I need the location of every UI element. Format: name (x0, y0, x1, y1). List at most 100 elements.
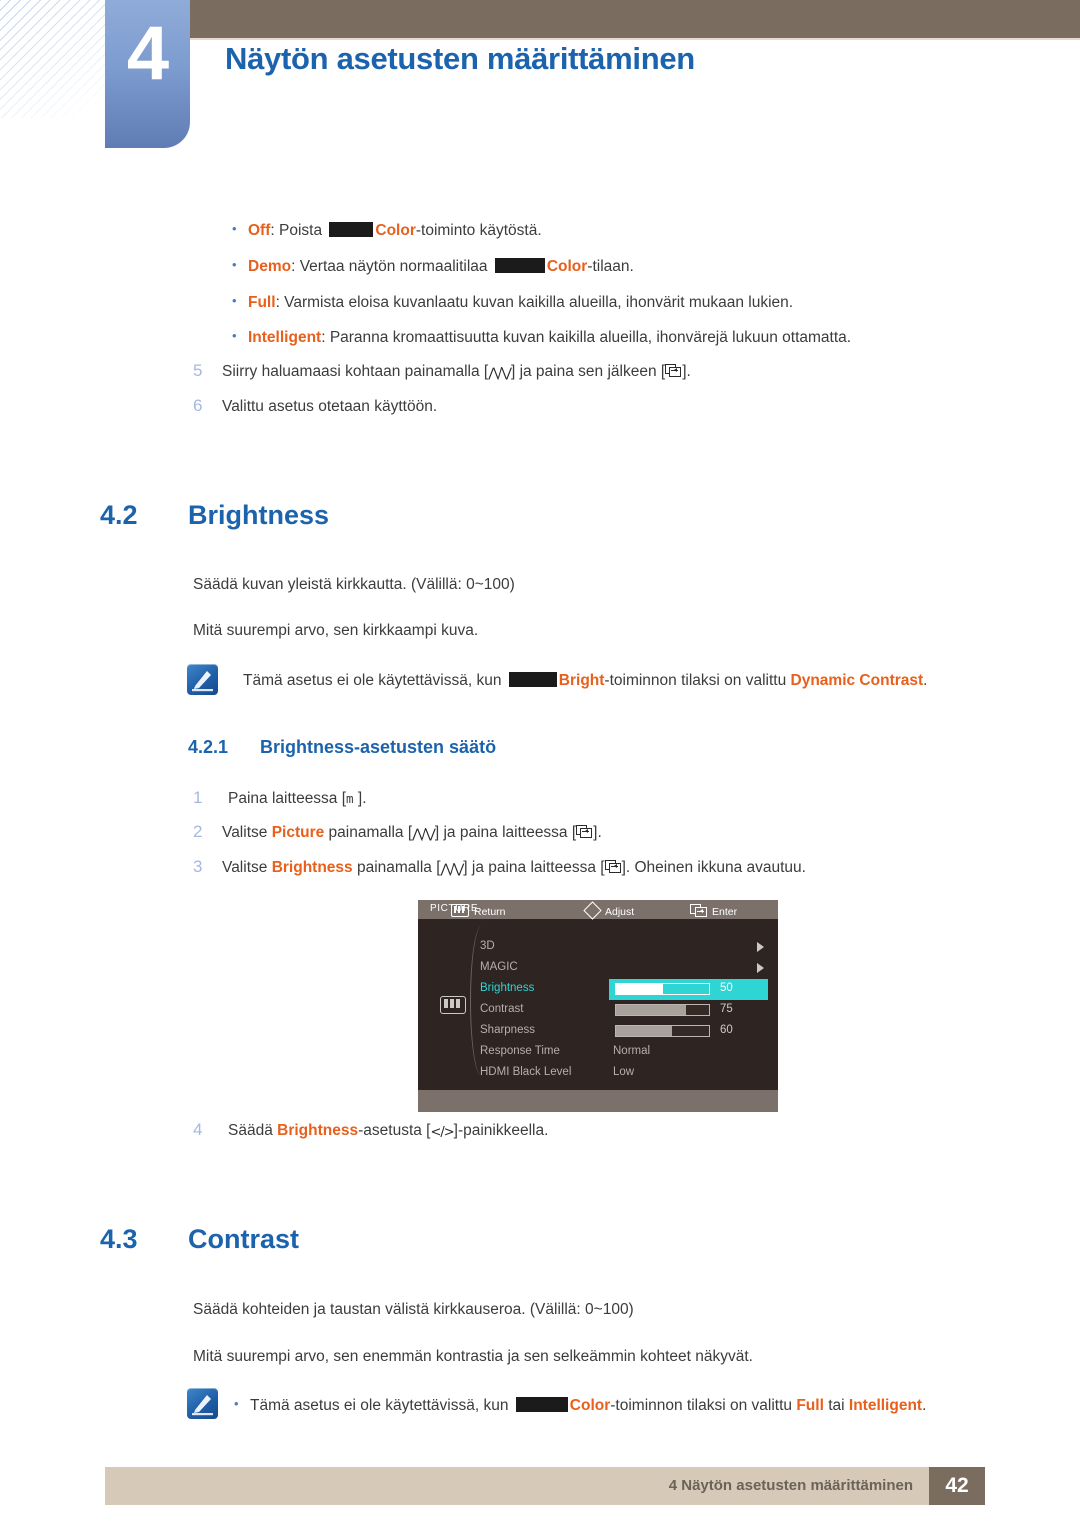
updown-key-icon: ⋀/⋁ (488, 366, 512, 381)
step-text-pre: Valitse (222, 824, 272, 841)
redaction-block (494, 258, 545, 273)
osd-enter-label: Enter (712, 906, 738, 918)
bullet-dot-icon: • (232, 257, 237, 272)
redaction-block (515, 1397, 568, 1412)
slider-fill (616, 984, 663, 994)
osd-row-sharpness[interactable]: Sharpness 60 (480, 1022, 768, 1041)
step-text-post: ] ja paina laitteessa [ (463, 859, 605, 876)
osd-row-value: 50 (720, 982, 733, 994)
osd-row-magic[interactable]: MAGIC (480, 959, 768, 978)
osd-row-hdmi-black-level[interactable]: HDMI Black Level Low (480, 1064, 768, 1083)
note-text-end: . (923, 672, 928, 689)
slider-fill (616, 1005, 686, 1015)
osd-row-value: 60 (720, 1024, 733, 1036)
inline-term-color: Color (546, 258, 588, 275)
step-number: 6 (193, 396, 203, 415)
step-number: 1 (193, 788, 203, 807)
osd-return-label: Return (474, 906, 506, 918)
chevron-right-icon (757, 942, 764, 952)
section-43-paragraph-1: Säädä kohteiden ja taustan välistä kirkk… (193, 1301, 634, 1318)
section-number-42: 4.2 (100, 500, 138, 530)
osd-row-brightness[interactable]: Brightness 50 (480, 979, 768, 1000)
section-title-43: Contrast (188, 1224, 300, 1254)
diamond-icon (583, 901, 602, 920)
osd-adjust-label: Adjust (605, 906, 635, 918)
note-text-pre: Tämä asetus ei ole käytettävissä, kun (243, 672, 506, 689)
osd-row-response-time[interactable]: Response Time Normal (480, 1043, 768, 1062)
enter-key-icon (690, 904, 707, 917)
step-number: 5 (193, 361, 203, 380)
step-number: 3 (193, 857, 203, 876)
bullet-text-after: -tilaan. (587, 258, 634, 275)
step-text-pre: Valitse (222, 859, 272, 876)
osd-enter-action[interactable]: Enter (690, 904, 737, 918)
footer-chapter-label: 4 Näytön asetusten määrittäminen (668, 1477, 913, 1494)
sharpness-slider[interactable] (615, 1025, 710, 1037)
chapter-number: 4 (126, 11, 169, 96)
step-text-part2: ] ja paina sen jälkeen [ (510, 363, 666, 380)
list-item: • Full: Varmista eloisa kuvanlaatu kuvan … (232, 293, 793, 312)
bullet-text: : Varmista eloisa kuvanlaatu kuvan kaiki… (275, 294, 794, 311)
note-icon (187, 1388, 218, 1419)
step-number: 2 (193, 822, 203, 841)
osd-adjust-action[interactable]: Adjust (583, 901, 635, 920)
osd-row-label: Contrast (480, 1003, 524, 1015)
redaction-block (508, 672, 557, 687)
redaction-block (329, 222, 374, 237)
list-item: • Demo: Vertaa näytön normaalitilaa Color… (232, 257, 634, 276)
section-number-421: 4.2.1 (188, 737, 229, 757)
osd-footer-bar (418, 1090, 778, 1112)
enter-key-icon (665, 364, 682, 378)
bullet-text-before: : Poista (270, 222, 327, 239)
bullet-dot-icon: • (232, 328, 237, 343)
bullet-term: Off (248, 222, 271, 239)
page-number: 42 (929, 1467, 985, 1505)
menu-bars-icon (451, 904, 469, 917)
picture-category-icon (440, 996, 466, 1014)
contrast-slider[interactable] (615, 1004, 710, 1016)
note-term-dynamic-contrast: Dynamic Contrast (790, 672, 924, 689)
osd-row-contrast[interactable]: Contrast 75 (480, 1001, 768, 1020)
step-text-pre: Säädä (228, 1122, 278, 1139)
step-text-part1: Siirry haluamaasi kohtaan painamalla [ (222, 363, 489, 380)
bullet-term: Intelligent (248, 329, 322, 346)
bullet-dot-icon: • (232, 293, 237, 308)
osd-return-action[interactable]: Return (451, 904, 506, 918)
osd-menu-screenshot: PICTURE 3D MAGIC Brightness 50 Contrast … (418, 900, 778, 1112)
step-text: Paina laitteessa [m ]. (228, 790, 367, 808)
osd-row-label: HDMI Black Level (480, 1066, 572, 1078)
step-text-pre: Paina laitteessa [ (228, 790, 347, 807)
section-42-paragraph-1: Säädä kuvan yleistä kirkkautta. (Välillä… (193, 576, 515, 593)
step-text-post: ] ja paina laitteessa [ (434, 824, 577, 841)
section-number-43: 4.3 (100, 1224, 138, 1254)
brightness-slider[interactable] (615, 983, 710, 995)
step-text-post: -asetusta [ (358, 1122, 431, 1139)
note-term-intelligent: Intelligent (848, 1397, 923, 1414)
section-title-42: Brightness (188, 500, 330, 530)
slider-fill (616, 1026, 672, 1036)
header-underline (190, 38, 1080, 40)
osd-row-label: Response Time (480, 1045, 560, 1057)
osd-row-label: MAGIC (480, 961, 518, 973)
bullet-text-before: : Vertaa näytön normaalitilaa (291, 258, 492, 275)
note-text-mid: -toiminnon tilaksi on valittu (604, 672, 791, 689)
section-43-note: • Tämä asetus ei ole käytettävissä, kun C… (234, 1395, 926, 1417)
note-text-mid2: tai (823, 1397, 849, 1414)
note-icon (187, 664, 218, 695)
header-brown-bar (190, 0, 1080, 38)
updown-key-icon: ⋀/⋁ (440, 862, 465, 877)
section-42-paragraph-2: Mitä suurempi arvo, sen kirkkaampi kuva. (193, 622, 479, 639)
step-term-brightness: Brightness (277, 1122, 359, 1139)
page-title: Näytön asetusten määrittäminen (225, 41, 695, 76)
step-text-mid: painamalla [ (352, 859, 441, 876)
note-text-pre: Tämä asetus ei ole käytettävissä, kun (250, 1397, 513, 1414)
chapter-tab: 4 (105, 0, 190, 148)
bullet-text: : Paranna kromaattisuutta kuvan kaikilla… (321, 329, 852, 346)
step-term-brightness: Brightness (271, 859, 353, 876)
bullet-dot-icon: • (232, 221, 237, 236)
enter-key-icon (576, 825, 593, 839)
bullet-dot-icon: • (234, 1396, 239, 1411)
step-text: Säädä Brightness-asetusta [</>]-painikke… (228, 1122, 548, 1140)
osd-row-3d[interactable]: 3D (480, 938, 768, 957)
menu-key-icon: m (346, 791, 354, 806)
